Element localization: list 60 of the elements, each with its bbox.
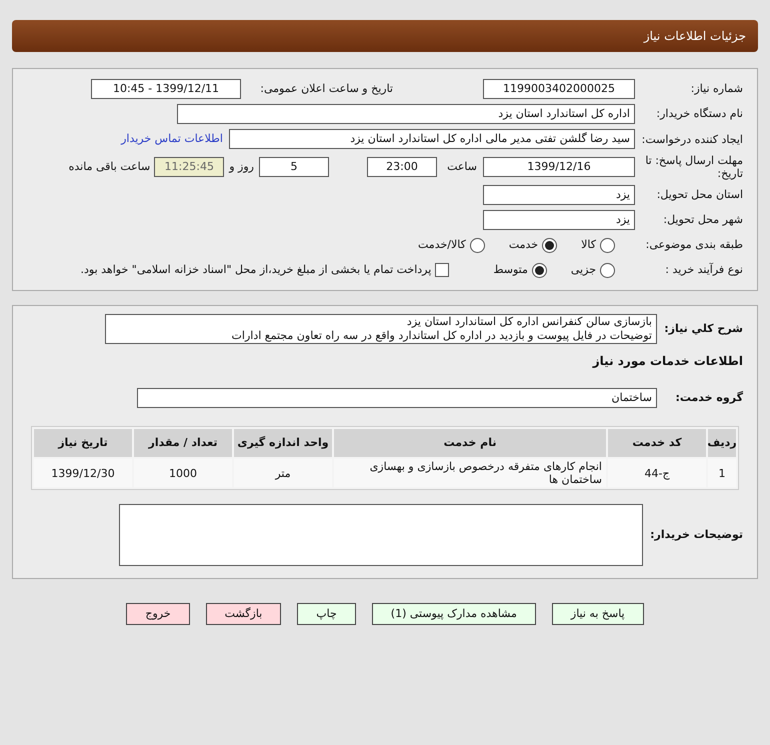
section-title: اطلاعات خدمات مورد نیاز: [591, 353, 743, 370]
radio-button[interactable]: [470, 238, 485, 252]
radio-label: کالا/خدمت: [418, 236, 466, 253]
action-button[interactable]: مشاهده مدارک پیوستی (1): [372, 603, 536, 625]
field-label: شرح کلي نياز:: [663, 320, 743, 337]
field-label: ساعت باقی مانده: [68, 158, 150, 175]
radio-button[interactable]: [600, 238, 615, 252]
field-label: گروه خدمت:: [674, 390, 743, 406]
table-header-cell: نام خدمت: [334, 429, 606, 457]
table-cell: 1399/12/30: [34, 459, 132, 487]
table-header-cell: تاریخ نیاز: [34, 429, 132, 457]
input-field[interactable]: 23:00: [367, 157, 437, 177]
field-label: مهلت ارسال پاسخ: تا تاریخ:: [644, 154, 743, 180]
description-line: بازسازی سالن کنفرانس اداره کل استاندارد استان یزد: [406, 315, 652, 329]
field-label: روز و: [229, 158, 254, 175]
table-cell: 1: [708, 459, 736, 487]
radio-button[interactable]: [600, 262, 615, 278]
field-label: استان محل تحویل:: [656, 186, 743, 203]
input-field[interactable]: ساختمان: [137, 388, 657, 408]
input-field[interactable]: 1199003402000025: [483, 79, 635, 99]
field-label: ساعت: [446, 158, 477, 175]
table-cell: 1000: [134, 459, 232, 487]
field-label: نوع فرآیند خرید :: [664, 262, 743, 278]
radio-button[interactable]: [542, 238, 558, 252]
description-line: توضیحات در فایل پیوست و بازدید در اداره کل استاندارد واقع در سه راه تعاون مجتمع ادارات: [230, 329, 652, 343]
page-title: جزئیات اطلاعات نیاز: [644, 28, 746, 45]
table-header-cell: تعداد / مقدار: [134, 429, 232, 457]
radio-label: کالا: [581, 236, 596, 253]
table-cell: انجام کارهای متفرقه درخصوص بازسازی و بهسازی ساختمان ها: [334, 459, 606, 487]
table-cell: متر: [234, 459, 332, 487]
radio-label: متوسط: [493, 262, 528, 278]
input-field[interactable]: 1399/12/16: [483, 157, 635, 177]
contact-link[interactable]: اطلاعات تماس خریدار: [121, 130, 223, 148]
action-button[interactable]: پاسخ به نیاز: [552, 603, 644, 625]
field-label: ایجاد کننده درخواست:: [640, 132, 743, 146]
field-label: شماره نیاز:: [690, 80, 743, 97]
field-label: طبقه بندی موضوعی:: [644, 236, 743, 253]
field-label: نام دستگاه خریدار:: [655, 106, 743, 122]
table-header-cell: واحد اندازه گیری: [234, 429, 332, 457]
table-cell: ج-44: [608, 459, 706, 487]
radio-button[interactable]: [532, 262, 547, 278]
field-label: تاریخ و ساعت اعلان عمومی:: [259, 80, 393, 97]
table-header-cell: ردیف: [708, 429, 736, 457]
field-label: توضیحات خریدار:: [649, 526, 743, 543]
checkbox[interactable]: [435, 263, 450, 277]
input-field[interactable]: یزد: [483, 185, 635, 205]
input-field[interactable]: یزد: [483, 210, 635, 230]
field-label: شهر محل تحویل:: [662, 212, 743, 228]
radio-label: جزیی: [570, 262, 596, 278]
action-button[interactable]: بازگشت: [206, 603, 282, 625]
action-button[interactable]: چاپ: [297, 603, 356, 625]
input-field[interactable]: سید رضا گلشن تفتی مدیر مالی اداره کل استاندارد استان یزد: [229, 129, 635, 149]
input-field[interactable]: 5: [259, 157, 329, 177]
input-field[interactable]: 1399/12/11 - 10:45: [91, 79, 241, 99]
action-button[interactable]: خروج: [126, 603, 190, 625]
input-field[interactable]: اداره کل استاندارد استان یزد: [177, 104, 635, 124]
table-header-cell: کد خدمت: [608, 429, 706, 457]
radio-label: خدمت: [508, 236, 538, 253]
countdown-field[interactable]: 11:25:45: [154, 157, 224, 177]
checkbox-label: پرداخت تمام یا بخشی از مبلغ خرید،از محل "اسناد خزانه اسلامی" خواهد بود.: [80, 262, 432, 278]
